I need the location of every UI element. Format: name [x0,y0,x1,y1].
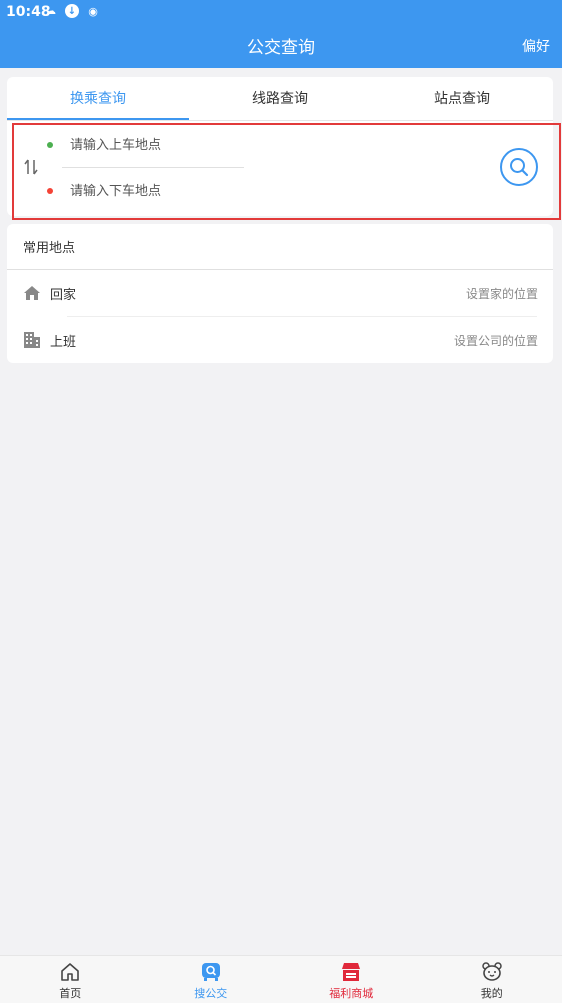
shop-icon [342,963,361,981]
bus-search-icon [201,963,220,981]
bear-face-icon [482,962,502,981]
status-icons: ☁ ↓ ◉ [44,4,100,18]
place-label-work: 上班 [50,335,77,350]
nav-label-shop: 福利商城 [329,987,374,1000]
notification-icon: ☁ [46,5,56,17]
download-icon: ↓ [65,4,79,18]
bottom-nav: 首页 搜公交 福利商城 我的 [0,955,562,1003]
preferences-button[interactable]: 偏好 [522,36,550,56]
nav-bus-search[interactable]: 搜公交 [141,956,282,1003]
origin-input[interactable] [70,133,244,157]
place-row-home[interactable]: 回家 设置家的位置 [7,270,553,316]
shield-icon: ◉ [88,4,98,18]
place-row-work[interactable]: 上班 设置公司的位置 [7,317,553,363]
set-home-link[interactable]: 设置家的位置 [466,285,538,302]
destination-dot [47,188,53,194]
tab-station[interactable]: 站点查询 [371,77,553,121]
home-icon [24,286,40,300]
tab-transfer[interactable]: 换乘查询 [7,77,189,121]
search-button[interactable] [500,148,538,186]
swap-icon[interactable] [23,158,39,176]
tabs-divider [7,120,553,121]
common-places-card: 常用地点 回家 设置家的位置 上班 设置公司的位置 [7,224,553,363]
set-work-link[interactable]: 设置公司的位置 [454,332,538,349]
common-places-title: 常用地点 [23,241,76,256]
query-tabs: 换乘查询 线路查询 站点查询 [7,77,553,121]
tab-route[interactable]: 线路查询 [189,77,371,121]
nav-label-home: 首页 [59,987,82,1000]
nav-shop[interactable]: 福利商城 [281,956,422,1003]
nav-label-mine: 我的 [480,987,503,1000]
building-icon [24,332,40,348]
app-header: 10:48 ☁ ↓ ◉ 公交查询 偏好 [0,0,562,68]
origin-dot [47,142,53,148]
destination-input[interactable] [70,179,244,203]
nav-home[interactable]: 首页 [0,956,141,1003]
place-label-home: 回家 [50,288,77,303]
home-icon [61,963,80,981]
nav-mine[interactable]: 我的 [422,956,562,1003]
input-divider [62,167,244,168]
page-title: 公交查询 [247,38,315,58]
nav-label-bus-search: 搜公交 [194,987,228,1000]
search-icon [510,158,529,177]
